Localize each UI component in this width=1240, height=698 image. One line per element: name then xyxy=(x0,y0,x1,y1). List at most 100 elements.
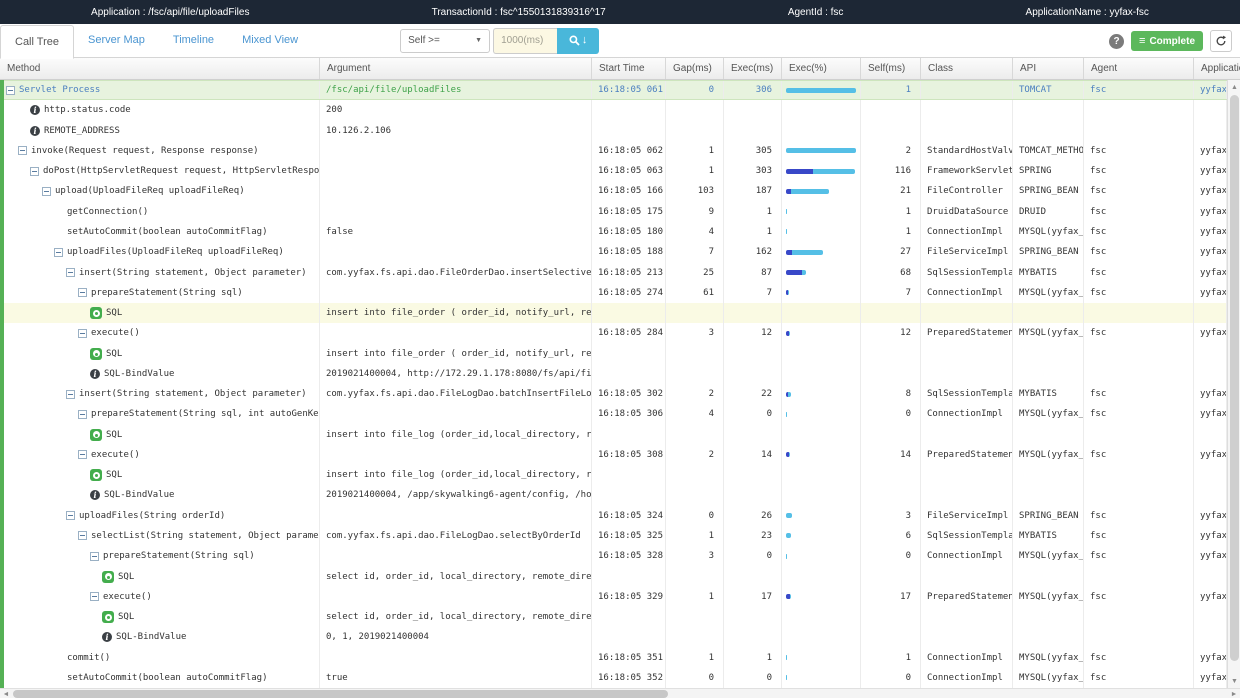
toolbar: Call TreeServer MapTimelineMixed View Se… xyxy=(0,24,1240,58)
method-label: invoke(Request request, Response respons… xyxy=(31,146,259,156)
table-row[interactable]: SQLselect id, order_id, local_directory,… xyxy=(0,566,1227,586)
table-row[interactable]: iSQL-BindValue2019021400004, http://172.… xyxy=(0,364,1227,384)
tab-timeline[interactable]: Timeline xyxy=(159,24,228,58)
complete-status-button[interactable]: ≡ Complete xyxy=(1131,31,1203,51)
scroll-right-arrow[interactable]: ► xyxy=(1228,689,1240,698)
scroll-left-arrow[interactable]: ◄ xyxy=(0,689,12,698)
exec-percent-cell xyxy=(782,364,861,384)
filter-threshold-input[interactable] xyxy=(493,28,557,54)
argument-cell: 200 xyxy=(320,100,592,120)
table-row[interactable]: uploadFiles(String orderId)16:18:05 3240… xyxy=(0,506,1227,526)
collapse-icon[interactable] xyxy=(6,86,15,95)
table-row[interactable]: doPost(HttpServletRequest request, HttpS… xyxy=(0,161,1227,181)
vertical-scroll-thumb[interactable] xyxy=(1230,95,1239,661)
collapse-icon[interactable] xyxy=(66,390,75,399)
collapse-icon[interactable] xyxy=(54,248,63,257)
table-row[interactable]: uploadFiles(UploadFileReq uploadFileReq)… xyxy=(0,242,1227,262)
collapse-icon[interactable] xyxy=(18,146,27,155)
argument-cell xyxy=(320,141,592,161)
collapse-icon[interactable] xyxy=(66,511,75,520)
tab-mixed-view[interactable]: Mixed View xyxy=(228,24,312,58)
table-row[interactable]: prepareStatement(String sql, int autoGen… xyxy=(0,404,1227,424)
table-row[interactable]: SQLinsert into file_log (order_id,local_… xyxy=(0,425,1227,445)
argument-cell: true xyxy=(320,668,592,688)
argument-cell: insert into file_order ( order_id, notif… xyxy=(320,303,592,323)
tab-call-tree[interactable]: Call Tree xyxy=(0,25,74,59)
table-row[interactable]: execute()16:18:05 32911717PreparedStatem… xyxy=(0,587,1227,607)
table-row[interactable]: prepareStatement(String sql)16:18:05 274… xyxy=(0,283,1227,303)
collapse-icon[interactable] xyxy=(78,450,87,459)
exec-total-bar-segment xyxy=(789,452,790,457)
method-label: http.status.code xyxy=(44,105,131,115)
exec-ms-cell xyxy=(724,485,782,505)
table-row[interactable]: SQLinsert into file_order ( order_id, no… xyxy=(0,343,1227,363)
exec-ms-cell: 12 xyxy=(724,323,782,343)
table-row[interactable]: SQLinsert into file_order ( order_id, no… xyxy=(0,303,1227,323)
table-row[interactable]: insert(String statement, Object paramete… xyxy=(0,262,1227,282)
info-icon: i xyxy=(30,126,40,136)
table-row[interactable]: SQLinsert into file_log (order_id,local_… xyxy=(0,465,1227,485)
method-cell: SQL xyxy=(0,465,320,485)
scroll-down-arrow[interactable]: ▼ xyxy=(1228,675,1240,687)
table-row[interactable]: insert(String statement, Object paramete… xyxy=(0,384,1227,404)
scroll-up-arrow[interactable]: ▲ xyxy=(1228,81,1240,93)
search-button[interactable]: ↓ xyxy=(557,28,599,54)
method-label: insert(String statement, Object paramete… xyxy=(79,389,307,399)
exec-ms-cell xyxy=(724,364,782,384)
argument-cell xyxy=(320,546,592,566)
vertical-scrollbar[interactable]: ▲ ▼ xyxy=(1227,80,1240,688)
collapse-icon[interactable] xyxy=(30,167,39,176)
table-row[interactable]: upload(UploadFileReq uploadFileReq)16:18… xyxy=(0,181,1227,201)
collapse-icon[interactable] xyxy=(90,552,99,561)
exec-total-bar-segment xyxy=(791,189,829,194)
transaction-info-item: ApplicationName : yyfax-fsc xyxy=(1026,7,1149,18)
agent-cell: fsc xyxy=(1084,242,1194,262)
method-cell: upload(UploadFileReq uploadFileReq) xyxy=(0,181,320,201)
help-icon[interactable]: ? xyxy=(1109,34,1124,49)
table-row[interactable]: setAutoCommit(boolean autoCommitFlag)tru… xyxy=(0,668,1227,688)
collapse-icon[interactable] xyxy=(78,288,87,297)
collapse-icon[interactable] xyxy=(78,531,87,540)
collapse-icon[interactable] xyxy=(78,329,87,338)
start-time-cell: 16:18:05 180 xyxy=(592,222,666,242)
class-cell xyxy=(921,485,1013,505)
class-cell xyxy=(921,465,1013,485)
table-row[interactable]: iREMOTE_ADDRESS10.126.2.106 xyxy=(0,121,1227,141)
table-row[interactable]: execute()16:18:05 28431212PreparedStatem… xyxy=(0,323,1227,343)
horizontal-scroll-thumb[interactable] xyxy=(13,690,668,698)
table-row[interactable]: invoke(Request request, Response respons… xyxy=(0,141,1227,161)
exec-ms-cell: 14 xyxy=(724,445,782,465)
filter-type-select[interactable]: Self >= ▼ xyxy=(400,29,490,53)
horizontal-scrollbar[interactable]: ◄ ► xyxy=(0,688,1240,698)
method-cell: execute() xyxy=(0,587,320,607)
table-row[interactable]: selectList(String statement, Object para… xyxy=(0,526,1227,546)
collapse-icon[interactable] xyxy=(66,268,75,277)
exec-ms-cell xyxy=(724,607,782,627)
agent-cell: fsc xyxy=(1084,262,1194,282)
application-cell: yyfax-fsc xyxy=(1194,181,1227,201)
exec-ms-cell xyxy=(724,627,782,647)
class-cell: SqlSessionTemplate xyxy=(921,384,1013,404)
table-row[interactable]: ihttp.status.code200 xyxy=(0,100,1227,120)
table-row[interactable]: iSQL-BindValue2019021400004, /app/skywal… xyxy=(0,485,1227,505)
table-row[interactable]: iSQL-BindValue0, 1, 2019021400004 xyxy=(0,627,1227,647)
table-row[interactable]: commit()16:18:05 351111ConnectionImplMYS… xyxy=(0,647,1227,667)
table-row[interactable]: setAutoCommit(boolean autoCommitFlag)fal… xyxy=(0,222,1227,242)
table-row[interactable]: Servlet Process/fsc/api/file/uploadFiles… xyxy=(0,80,1227,100)
method-cell: execute() xyxy=(0,323,320,343)
table-row[interactable]: SQLselect id, order_id, local_directory,… xyxy=(0,607,1227,627)
refresh-button[interactable] xyxy=(1210,30,1232,52)
method-cell: prepareStatement(String sql) xyxy=(0,283,320,303)
collapse-icon[interactable] xyxy=(78,410,87,419)
collapse-icon[interactable] xyxy=(42,187,51,196)
table-row[interactable]: getConnection()16:18:05 175911DruidDataS… xyxy=(0,202,1227,222)
tab-server-map[interactable]: Server Map xyxy=(74,24,159,58)
table-row[interactable]: prepareStatement(String sql)16:18:05 328… xyxy=(0,546,1227,566)
column-header-exec-%-: Exec(%) xyxy=(782,58,861,79)
method-label: Servlet Process xyxy=(19,85,100,95)
collapse-icon[interactable] xyxy=(90,592,99,601)
table-row[interactable]: execute()16:18:05 30821414PreparedStatem… xyxy=(0,445,1227,465)
class-cell xyxy=(921,627,1013,647)
argument-cell: com.yyfax.fs.api.dao.FileLogDao.batchIns… xyxy=(320,384,592,404)
transaction-info-item: AgentId : fsc xyxy=(788,7,844,18)
